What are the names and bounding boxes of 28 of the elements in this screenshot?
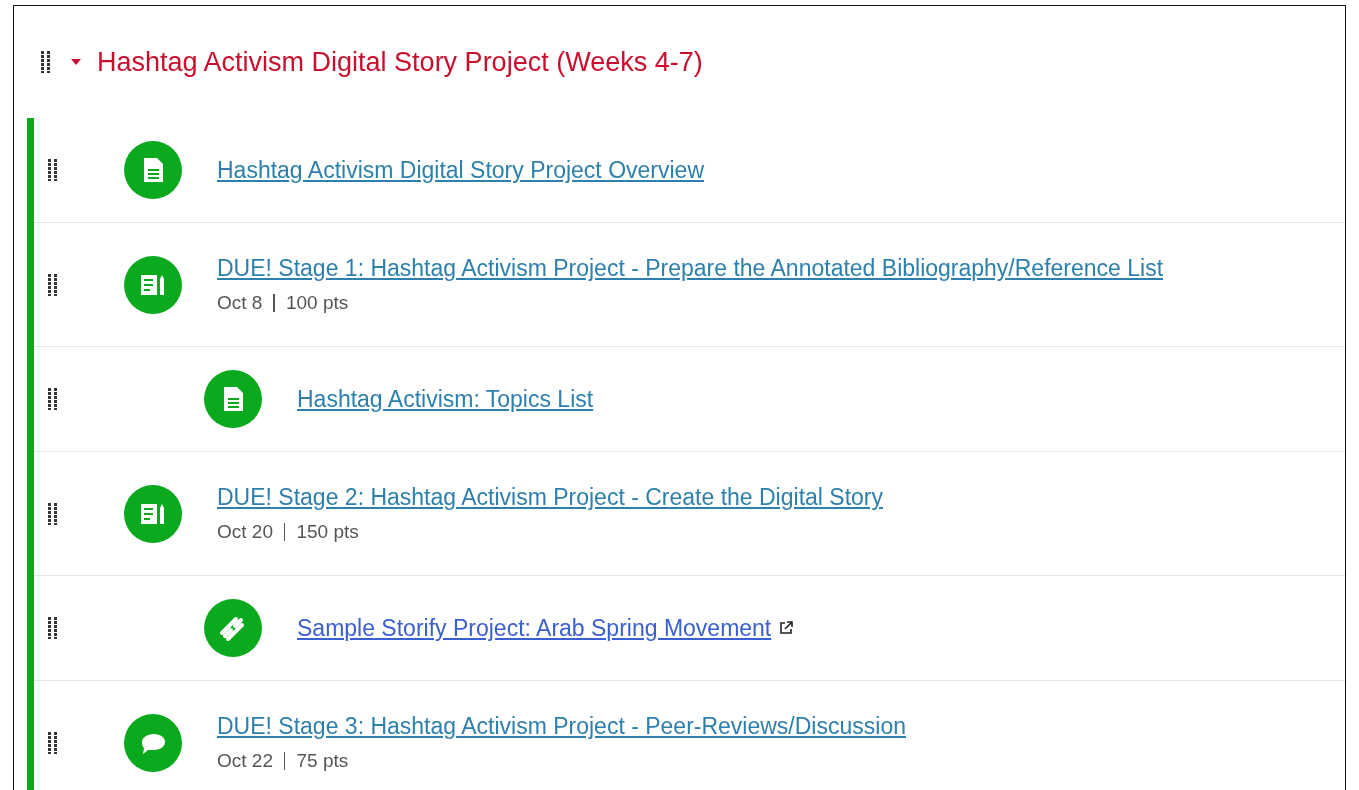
item-link[interactable]: DUE! Stage 1: Hashtag Activism Project - Prepare the Annotated Bibliography/Reference List [217,255,1164,282]
drag-handle-icon[interactable] [48,502,58,525]
module-title[interactable]: Hashtag Activism Digital Story Project (Weeks 4-7) [97,46,703,78]
caret-down-icon[interactable] [70,58,82,66]
item-link[interactable]: DUE! Stage 2: Hashtag Activism Project - Create the Digital Story [217,484,883,511]
item-link[interactable]: Hashtag Activism: Topics List [297,385,594,413]
item-link[interactable]: Sample Storify Project: Arab Spring Movement [297,614,772,642]
assignment-icon [124,484,182,543]
chat-bubble-icon [124,713,182,772]
link-icon [204,599,262,657]
document-icon [124,141,182,199]
item-link[interactable]: Hashtag Activism Digital Story Project Overview [217,156,704,184]
due-date: Oct 22 [217,750,273,772]
drag-handle-icon[interactable] [41,51,51,73]
external-link-icon[interactable] [779,621,794,635]
document-icon [204,370,262,428]
drag-handle-icon[interactable] [48,388,58,410]
assignment-icon [124,255,182,314]
drag-handle-icon[interactable] [48,273,58,296]
item-link[interactable]: DUE! Stage 3: Hashtag Activism Project - Peer-Reviews/Discussion [217,713,906,740]
due-date: Oct 8 [217,292,263,314]
due-date: Oct 20 [217,521,273,543]
drag-handle-icon[interactable] [48,159,58,181]
points: 75 pts [296,750,349,772]
drag-handle-icon[interactable] [48,731,58,754]
drag-handle-icon[interactable] [48,617,58,639]
points: 150 pts [296,521,359,543]
points: 100 pts [285,292,349,314]
